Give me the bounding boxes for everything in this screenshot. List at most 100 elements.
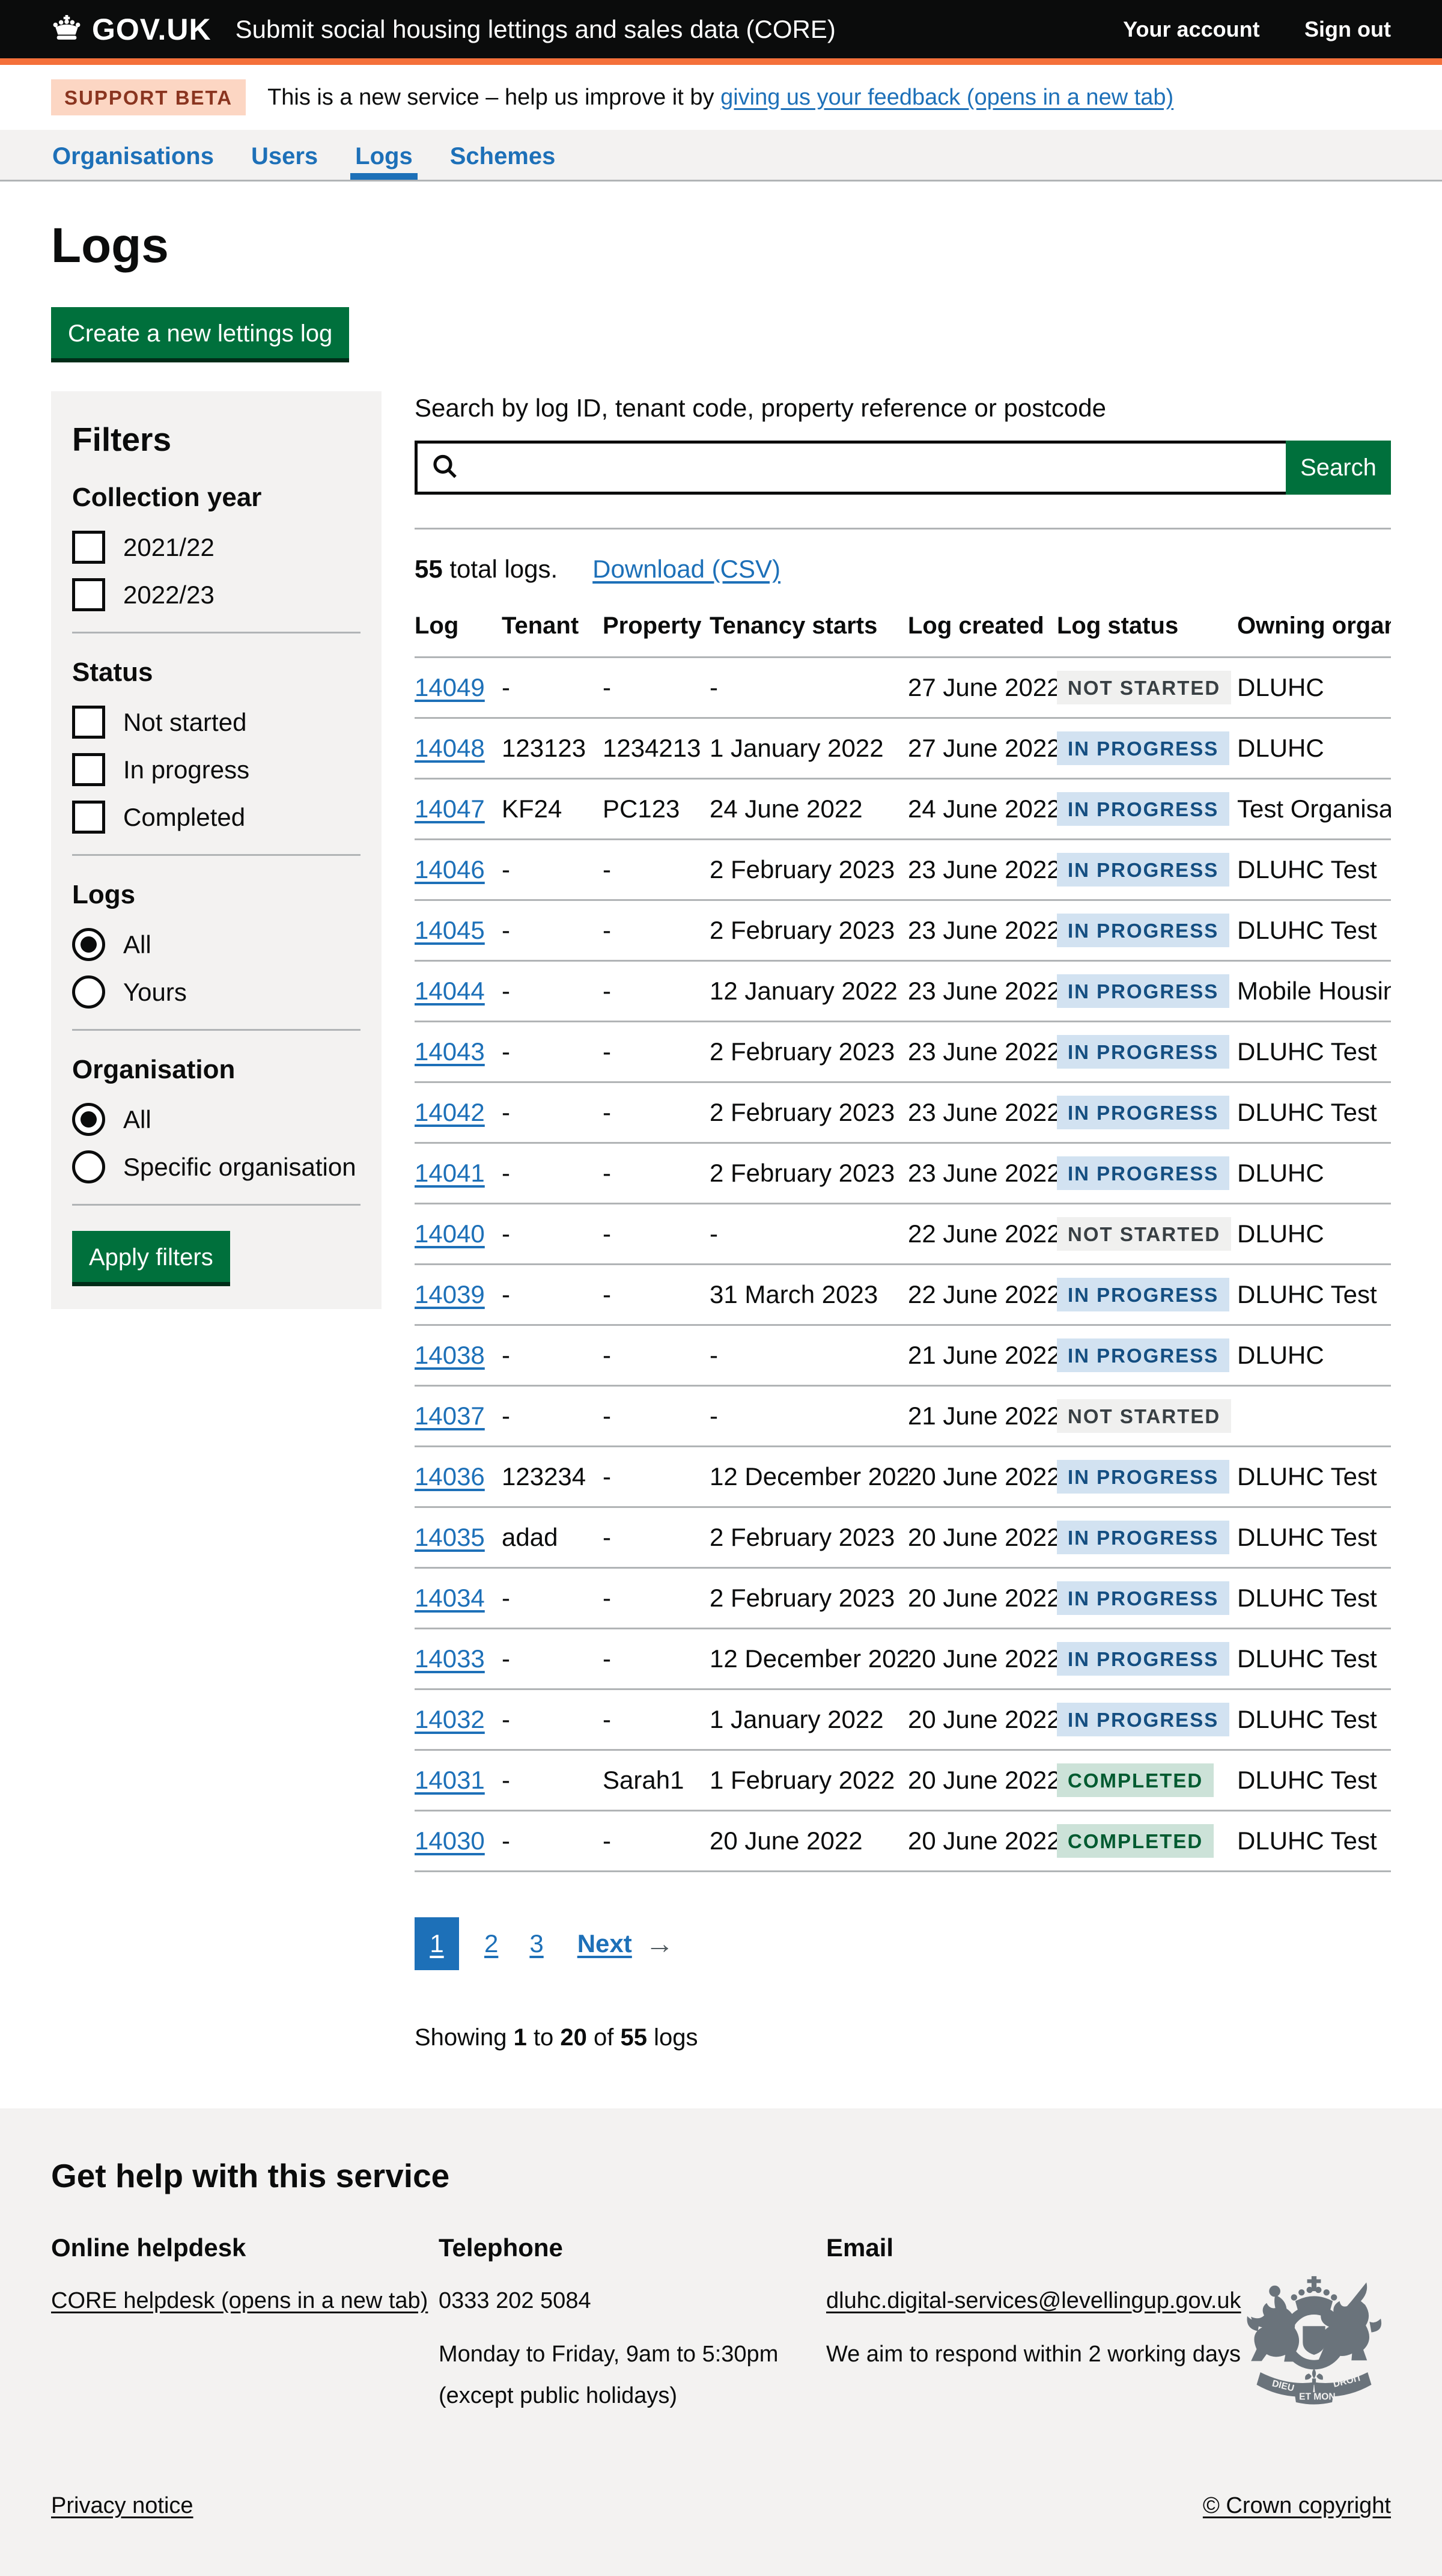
checkbox-control[interactable] — [72, 753, 105, 786]
cell: 1 January 2022 — [710, 718, 908, 779]
cell — [1237, 1386, 1391, 1447]
checkbox-control[interactable] — [72, 578, 105, 611]
checkbox-option-not-started[interactable]: Not started — [72, 706, 360, 739]
checkbox-option-completed[interactable]: Completed — [72, 801, 360, 834]
sign-out-link[interactable]: Sign out — [1304, 17, 1391, 41]
cell: 20 June 2022 — [908, 1811, 1057, 1872]
govuk-home-link[interactable]: GOV.UK — [51, 12, 211, 47]
radio-control[interactable] — [72, 1103, 105, 1136]
cell: - — [710, 1325, 908, 1386]
page-1-current[interactable]: 1 — [415, 1917, 459, 1970]
cell: - — [603, 900, 710, 961]
log-link[interactable]: 14046 — [415, 855, 485, 884]
column-header: Log created — [908, 612, 1057, 658]
filter-group-label: Collection year — [72, 483, 360, 513]
log-link[interactable]: 14037 — [415, 1402, 485, 1430]
status-badge: IN PROGRESS — [1057, 792, 1229, 826]
cell: - — [502, 1811, 603, 1872]
nav-item-logs[interactable]: Logs — [354, 130, 414, 180]
cell: DLUHC Test — [1237, 1022, 1391, 1082]
radio-option-specific-organisation[interactable]: Specific organisation — [72, 1150, 360, 1183]
cell: - — [502, 1204, 603, 1265]
log-link[interactable]: 14040 — [415, 1219, 485, 1248]
cell: - — [502, 900, 603, 961]
footer-online-helpdesk: Online helpdesk CORE helpdesk (opens in … — [51, 2230, 439, 2421]
search-input[interactable] — [415, 441, 1286, 495]
create-lettings-log-button[interactable]: Create a new lettings log — [51, 307, 349, 358]
checkbox-control[interactable] — [72, 531, 105, 564]
log-link[interactable]: 14047 — [415, 795, 485, 823]
log-link[interactable]: 14044 — [415, 977, 485, 1005]
log-link[interactable]: 14035 — [415, 1523, 485, 1551]
primary-nav-list: Organisations Users Logs Schemes — [51, 130, 1391, 180]
page-3[interactable]: 3 — [529, 1929, 543, 1958]
log-link[interactable]: 14039 — [415, 1280, 485, 1308]
next-page-link[interactable]: Next — [577, 1929, 632, 1958]
log-link[interactable]: 14048 — [415, 734, 485, 762]
column-header: Log — [415, 612, 502, 658]
cell: - — [603, 1204, 710, 1265]
log-row: 14049---27 June 2022NOT STARTEDDLUHC — [415, 658, 1391, 718]
govuk-header: GOV.UK Submit social housing lettings an… — [0, 0, 1442, 65]
filters-panel: Filters Collection year 2021/222022/23 S… — [51, 391, 382, 1309]
email-link[interactable]: dluhc.digital-services@levellingup.gov.u… — [826, 2288, 1241, 2313]
cell: 20 June 2022 — [908, 1447, 1057, 1507]
crown-copyright-link[interactable]: © Crown copyright — [1203, 2493, 1391, 2519]
filter-group-label: Status — [72, 658, 360, 688]
crown-icon — [51, 15, 82, 43]
showing-summary: Showing 1 to 20 of 55 logs — [415, 2024, 1391, 2051]
radio-option-all[interactable]: All — [72, 1103, 360, 1136]
arrow-right-icon: → — [645, 1927, 674, 1961]
radio-control[interactable] — [72, 1150, 105, 1183]
radio-control[interactable] — [72, 928, 105, 961]
cell: - — [502, 1265, 603, 1325]
cell: 23 June 2022 — [908, 900, 1057, 961]
log-row: 14043--2 February 202323 June 2022IN PRO… — [415, 1022, 1391, 1082]
core-helpdesk-link[interactable]: CORE helpdesk (opens in a new tab) — [51, 2288, 428, 2313]
log-link[interactable]: 14038 — [415, 1341, 485, 1369]
radio-option-yours[interactable]: Yours — [72, 975, 360, 1009]
log-row: 14035adad-2 February 202320 June 2022IN … — [415, 1507, 1391, 1568]
radio-control[interactable] — [72, 975, 105, 1009]
log-link[interactable]: 14041 — [415, 1159, 485, 1187]
nav-item-schemes[interactable]: Schemes — [449, 130, 557, 180]
log-link[interactable]: 14033 — [415, 1644, 485, 1673]
cell: 12 December 2021 — [710, 1447, 908, 1507]
footer-heading: Get help with this service — [51, 2156, 1391, 2195]
log-link[interactable]: 14034 — [415, 1584, 485, 1612]
nav-item-users[interactable]: Users — [250, 130, 319, 180]
log-link[interactable]: 14030 — [415, 1827, 485, 1855]
log-link[interactable]: 14049 — [415, 673, 485, 701]
apply-filters-button[interactable]: Apply filters — [72, 1231, 230, 1282]
checkbox-option-2022-23[interactable]: 2022/23 — [72, 578, 360, 611]
privacy-notice-link[interactable]: Privacy notice — [51, 2493, 193, 2519]
log-link[interactable]: 14031 — [415, 1766, 485, 1794]
search-button[interactable]: Search — [1286, 441, 1391, 495]
cell: 23 June 2022 — [908, 1082, 1057, 1143]
option-label: All — [123, 1105, 151, 1134]
log-link[interactable]: 14043 — [415, 1037, 485, 1066]
cell: - — [502, 1386, 603, 1447]
download-csv-link[interactable]: Download (CSV) — [592, 555, 780, 584]
checkbox-option-2021-22[interactable]: 2021/22 — [72, 531, 360, 564]
cell: 20 June 2022 — [908, 1689, 1057, 1750]
checkbox-control[interactable] — [72, 801, 105, 834]
radio-option-all[interactable]: All — [72, 928, 360, 961]
cell: - — [603, 1447, 710, 1507]
page-2[interactable]: 2 — [484, 1929, 498, 1958]
checkbox-option-in-progress[interactable]: In progress — [72, 753, 360, 786]
your-account-link[interactable]: Your account — [1123, 17, 1259, 41]
log-row: 14047KF24PC12324 June 202224 June 2022IN… — [415, 779, 1391, 840]
cell: - — [502, 1568, 603, 1629]
nav-item-organisations[interactable]: Organisations — [51, 130, 215, 180]
log-link[interactable]: 14036 — [415, 1462, 485, 1491]
service-name-link[interactable]: Submit social housing lettings and sales… — [236, 15, 836, 44]
log-link[interactable]: 14045 — [415, 916, 485, 944]
cell: 20 June 2022 — [908, 1568, 1057, 1629]
checkbox-control[interactable] — [72, 706, 105, 739]
log-link[interactable]: 14032 — [415, 1705, 485, 1733]
column-header: Tenancy starts — [710, 612, 908, 658]
cell: 123234 — [502, 1447, 603, 1507]
log-link[interactable]: 14042 — [415, 1098, 485, 1126]
feedback-link[interactable]: giving us your feedback (opens in a new … — [720, 85, 1173, 110]
